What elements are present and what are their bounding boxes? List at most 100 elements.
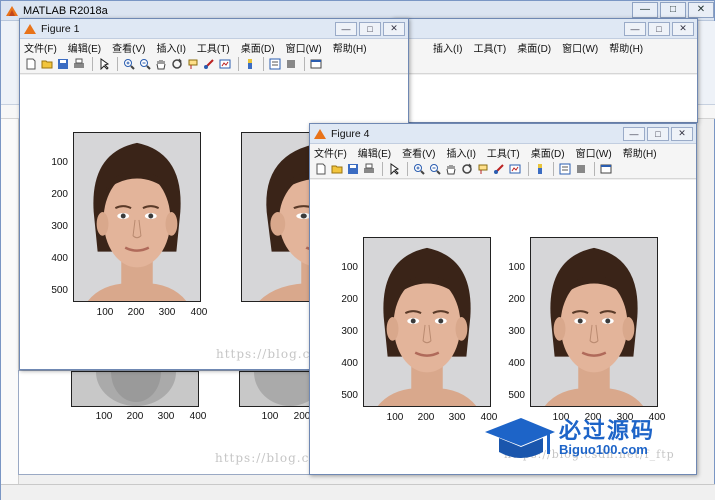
back-minimize-button[interactable]: — [624, 21, 646, 36]
back-menu-insert[interactable]: 插入(I) [433, 40, 462, 55]
menu-insert[interactable]: 插入(I) [156, 40, 185, 55]
figure-icon [24, 23, 36, 34]
pointer-icon[interactable] [387, 162, 401, 176]
behind-xtick: 400 [189, 411, 207, 422]
brand-name-cn: 必过源码 [559, 419, 656, 444]
figure-4-maximize-button[interactable]: □ [647, 126, 669, 141]
new-file-icon[interactable] [314, 162, 328, 176]
back-maximize-button[interactable]: □ [648, 21, 670, 36]
colorbar-icon[interactable] [533, 162, 547, 176]
zoom-out-icon[interactable] [138, 57, 152, 71]
ytick-label: 200 [51, 189, 68, 200]
hide-tools-icon[interactable] [284, 57, 298, 71]
menu-tools[interactable]: 工具(T) [487, 145, 520, 160]
behind-axes-left [71, 371, 199, 407]
menu-help[interactable]: 帮助(H) [623, 145, 657, 160]
face-image-axes-right [530, 237, 658, 407]
figure-1-title: Figure 1 [41, 22, 80, 35]
ytick-label: 100 [508, 262, 525, 273]
back-menu-tools[interactable]: 工具(T) [473, 40, 506, 55]
toolbar-separator [117, 57, 118, 71]
menu-desktop[interactable]: 桌面(D) [531, 145, 565, 160]
menu-insert[interactable]: 插入(I) [446, 145, 475, 160]
behind-xtick: 100 [95, 411, 113, 422]
menu-view[interactable]: 查看(V) [112, 40, 145, 55]
link-plot-icon[interactable] [218, 57, 232, 71]
save-icon[interactable] [346, 162, 360, 176]
maximize-button[interactable]: □ [660, 1, 686, 18]
figure-back-menubar: 插入(I) 工具(T) 桌面(D) 窗口(W) 帮助(H) [393, 39, 697, 55]
legend-icon[interactable] [268, 57, 282, 71]
menu-tools[interactable]: 工具(T) [197, 40, 230, 55]
toolbar-separator [553, 162, 554, 176]
figure-1-close-button[interactable]: ✕ [383, 21, 405, 36]
zoom-in-icon[interactable] [122, 57, 136, 71]
menu-window[interactable]: 窗口(W) [576, 145, 612, 160]
data-cursor-icon[interactable] [186, 57, 200, 71]
pan-hand-icon[interactable] [154, 57, 168, 71]
figure-back-canvas [393, 75, 697, 122]
menu-file[interactable]: 文件(F) [314, 145, 347, 160]
brand-logo: 必过源码 Biguo100.com [483, 410, 703, 470]
matlab-logo-icon [6, 5, 18, 16]
xtick-label: 200 [417, 412, 435, 423]
colorbar-icon[interactable] [243, 57, 257, 71]
ytick-label: 200 [508, 294, 525, 305]
hide-tools-icon[interactable] [574, 162, 588, 176]
menu-help[interactable]: 帮助(H) [333, 40, 367, 55]
link-plot-icon[interactable] [508, 162, 522, 176]
open-folder-icon[interactable] [330, 162, 344, 176]
print-icon[interactable] [362, 162, 376, 176]
watermark-url: https://blog.c [215, 451, 310, 465]
save-icon[interactable] [56, 57, 70, 71]
new-file-icon[interactable] [24, 57, 38, 71]
figure-window-back[interactable]: — □ ✕ 插入(I) 工具(T) 桌面(D) 窗口(W) 帮助(H) [392, 18, 698, 123]
rotate-icon[interactable] [460, 162, 474, 176]
ytick-label: 500 [341, 390, 358, 401]
figure-4-title: Figure 4 [331, 127, 370, 140]
close-button[interactable]: ✕ [688, 1, 714, 18]
print-icon[interactable] [72, 57, 86, 71]
rotate-icon[interactable] [170, 57, 184, 71]
menu-edit[interactable]: 编辑(E) [68, 40, 101, 55]
ytick-label: 100 [341, 262, 358, 273]
toolbar-separator [594, 162, 595, 176]
figure-icon [314, 128, 326, 139]
behind-xtick: 100 [261, 411, 279, 422]
back-menu-help[interactable]: 帮助(H) [609, 40, 643, 55]
figure-4-close-button[interactable]: ✕ [671, 126, 693, 141]
xtick-label: 100 [96, 307, 114, 318]
pan-hand-icon[interactable] [444, 162, 458, 176]
back-menu-desktop[interactable]: 桌面(D) [517, 40, 551, 55]
toolbar-separator [407, 162, 408, 176]
watermark-url: https://blog.c [216, 347, 311, 361]
back-close-button[interactable]: ✕ [672, 21, 694, 36]
figure-back-toolbar [393, 55, 697, 74]
zoom-out-icon[interactable] [428, 162, 442, 176]
figure-back-titlebar: — □ ✕ [393, 19, 697, 39]
back-menu-window[interactable]: 窗口(W) [562, 40, 598, 55]
menu-file[interactable]: 文件(F) [24, 40, 57, 55]
data-cursor-icon[interactable] [476, 162, 490, 176]
matlab-status-bar [1, 484, 715, 500]
legend-icon[interactable] [558, 162, 572, 176]
menu-edit[interactable]: 编辑(E) [358, 145, 391, 160]
pointer-icon[interactable] [97, 57, 111, 71]
face-photo [531, 238, 657, 406]
figure-1-toolbar [20, 55, 408, 74]
open-folder-icon[interactable] [40, 57, 54, 71]
brush-icon[interactable] [492, 162, 506, 176]
dock-icon[interactable] [599, 162, 613, 176]
figure-4-toolbar [310, 160, 696, 179]
brush-icon[interactable] [202, 57, 216, 71]
figure-1-maximize-button[interactable]: □ [359, 21, 381, 36]
toolbar-separator [528, 162, 529, 176]
zoom-in-icon[interactable] [412, 162, 426, 176]
menu-desktop[interactable]: 桌面(D) [241, 40, 275, 55]
dock-icon[interactable] [309, 57, 323, 71]
menu-view[interactable]: 查看(V) [402, 145, 435, 160]
figure-1-minimize-button[interactable]: — [335, 21, 357, 36]
menu-window[interactable]: 窗口(W) [286, 40, 322, 55]
minimize-button[interactable]: — [632, 1, 658, 18]
figure-4-minimize-button[interactable]: — [623, 126, 645, 141]
